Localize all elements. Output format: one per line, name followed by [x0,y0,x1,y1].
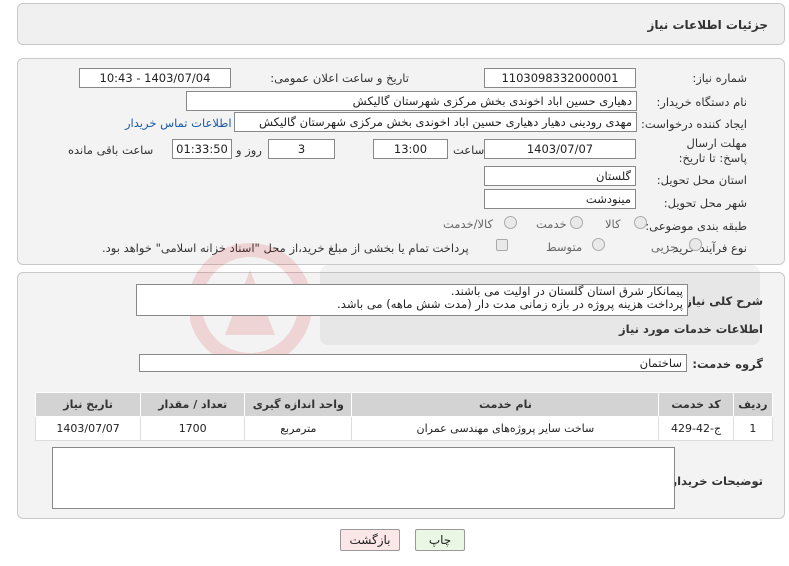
cell-row: 1 [732,416,774,441]
deadline-label: مهلت ارسال پاسخ: تا تاریخ: [678,136,747,165]
process-minor-label: جزیی [651,240,678,254]
cell-unit: مترمربع [244,416,353,441]
table-header-row: ردیف کد خدمت نام خدمت واحد اندازه گیری ت… [34,392,774,417]
category-label: طبقه بندی موضوعی: [645,219,747,233]
cell-service-name: ساخت سایر پروژه‌های مهندسی عمران [351,416,660,441]
cell-quantity: 1700 [140,416,246,441]
buyer-org-field: دهیاری حسین اباد اخوندی بخش مرکزی شهرستا… [186,91,637,111]
city-field: مینودشت [484,189,636,209]
days-label: روز و [236,143,262,157]
need-number-field: 1103098332000001 [484,68,636,88]
announce-field: 1403/07/04 - 10:43 [79,68,231,88]
category-goods-service-radio[interactable] [504,216,517,229]
deadline-time-field: 13:00 [373,139,448,159]
print-button[interactable]: چاپ [415,529,465,551]
creator-field: مهدی رودینی دهیار دهیاری حسین اباد اخوند… [234,112,637,132]
deadline-date-field: 1403/07/07 [484,139,636,159]
back-button[interactable]: بازگشت [340,529,400,551]
buyer-notes-label: توضیحات خریدار: [665,474,763,488]
header-panel: جزئیات اطلاعات نیاز [17,3,785,45]
summary-label: شرح کلی نیاز: [680,294,763,308]
creator-label: ایجاد کننده درخواست: [641,117,747,131]
col-unit: واحد اندازه گیری [244,392,353,417]
category-goods-service-label: کالا/خدمت [443,217,494,231]
category-goods-radio[interactable] [634,216,647,229]
summary-textarea[interactable]: پیمانکار شرق استان گلستان در اولیت می با… [136,284,688,316]
service-group-label: گروه خدمت: [692,357,763,371]
col-quantity: تعداد / مقدار [140,392,246,417]
col-service-code: کد خدمت [658,392,734,417]
remaining-label: ساعت باقی مانده [68,143,154,157]
summary-line-2: پرداخت هزینه پروژه در بازه زمانی مدت دار… [337,297,683,311]
process-type-label: نوع فرآیند خرید : [665,241,747,255]
category-service-label: خدمت [536,217,567,231]
page-title: جزئیات اطلاعات نیاز [647,18,768,32]
need-number-label: شماره نیاز: [692,71,747,85]
deadline-time-label: ساعت [453,143,485,157]
category-goods-label: کالا [605,217,621,231]
cell-service-code: ج-42-429 [658,416,734,441]
process-medium-radio[interactable] [592,238,605,251]
treasury-payment-note: پرداخت تمام یا بخشی از مبلغ خرید،از محل … [102,241,469,255]
process-minor-radio[interactable] [689,238,702,251]
cell-need-date: 1403/07/07 [34,416,142,441]
col-service-name: نام خدمت [351,392,660,417]
days-field: 3 [268,139,335,159]
buyer-notes-textarea[interactable] [52,447,675,509]
province-label: استان محل تحویل: [656,173,747,187]
process-medium-label: متوسط [546,240,583,254]
province-field: گلستان [484,166,636,186]
city-label: شهر محل تحویل: [663,196,747,210]
announce-label: تاریخ و ساعت اعلان عمومی: [270,71,409,85]
col-row: ردیف [732,392,774,417]
treasury-payment-checkbox[interactable] [496,239,508,251]
category-service-radio[interactable] [570,216,583,229]
table-row: 1 ج-42-429 ساخت سایر پروژه‌های مهندسی عم… [34,416,774,441]
buyer-org-label: نام دستگاه خریدار: [656,95,747,109]
services-table: ردیف کد خدمت نام خدمت واحد اندازه گیری ت… [34,392,774,441]
services-heading: اطلاعات خدمات مورد نیاز [619,322,763,336]
col-need-date: تاریخ نیاز [34,392,142,417]
contact-info-link[interactable]: اطلاعات تماس خریدار [125,116,232,130]
remaining-time-field: 01:33:50 [172,139,232,159]
service-group-field: ساختمان [139,354,687,372]
